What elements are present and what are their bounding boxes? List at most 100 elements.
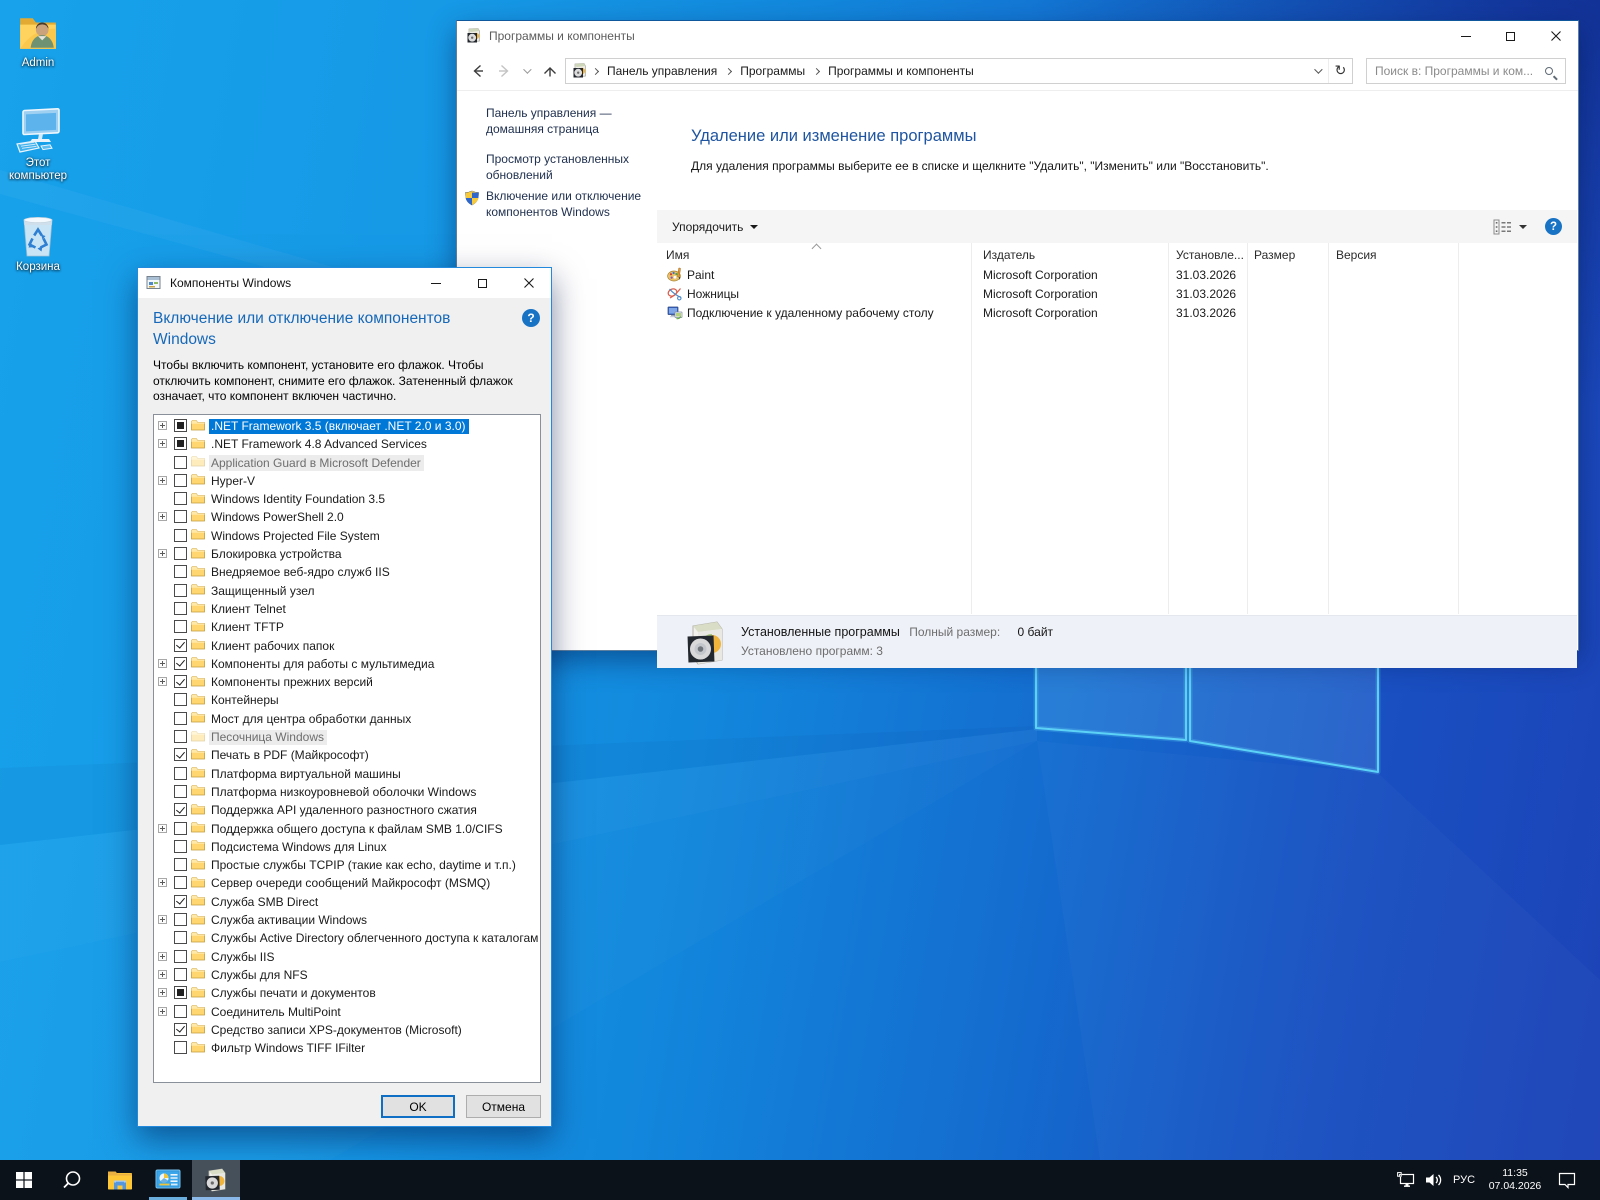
feature-checkbox[interactable] [174,822,187,835]
dialog-titlebar[interactable]: Компоненты Windows [138,268,551,298]
feature-row[interactable]: Клиент рабочих папок [154,637,540,655]
feature-checkbox[interactable] [174,565,187,578]
expand-plus-icon[interactable] [158,549,167,558]
breadcrumb-control-panel[interactable]: Панель управления [603,64,721,78]
feature-row[interactable]: Соединитель MultiPoint [154,1003,540,1021]
feature-checkbox[interactable] [174,986,187,999]
feature-row[interactable]: .NET Framework 4.8 Advanced Services [154,435,540,453]
feature-checkbox[interactable] [174,657,187,670]
feature-checkbox[interactable] [174,675,187,688]
address-dropdown-button[interactable] [1306,59,1328,83]
feature-row[interactable]: Application Guard в Microsoft Defender [154,454,540,472]
sidebar-item-windows-features[interactable]: Включение или отключение компонентов Win… [486,189,654,220]
expand-plus-icon[interactable] [158,952,167,961]
taskbar-clock[interactable]: 11:35 07.04.2026 [1484,1160,1546,1200]
feature-checkbox[interactable] [174,858,187,871]
forward-button[interactable] [491,51,517,91]
feature-row[interactable]: Hyper-V [154,472,540,490]
feature-row[interactable]: Поддержка общего доступа к файлам SMB 1.… [154,820,540,838]
address-bar[interactable]: Панель управления Программы Программы и … [565,58,1353,84]
feature-checkbox[interactable] [174,602,187,615]
feature-row[interactable]: .NET Framework 3.5 (включает .NET 2.0 и … [154,417,540,435]
feature-checkbox[interactable] [174,584,187,597]
column-header-publisher[interactable]: Издатель [983,243,1035,266]
close-button[interactable] [1533,21,1578,51]
desktop-icon-admin[interactable]: Admin [0,12,76,70]
feature-row[interactable]: Windows Identity Foundation 3.5 [154,490,540,508]
feature-checkbox[interactable] [174,529,187,542]
maximize-button[interactable] [1488,21,1533,51]
volume-tray-button[interactable] [1420,1160,1448,1200]
program-row[interactable]: Paint Microsoft Corporation 31.03.2026 [657,266,1577,285]
feature-checkbox[interactable] [174,913,187,926]
feature-row[interactable]: Windows Projected File System [154,527,540,545]
desktop-icon-this-pc[interactable]: Этот компьютер [0,106,76,183]
feature-row[interactable]: Компоненты прежних версий [154,673,540,691]
feature-checkbox[interactable] [174,419,187,432]
feature-row[interactable]: Мост для центра обработки данных [154,710,540,728]
feature-row[interactable]: Фильтр Windows TIFF IFilter [154,1039,540,1057]
network-tray-button[interactable] [1392,1160,1420,1200]
expand-plus-icon[interactable] [158,659,167,668]
feature-checkbox[interactable] [174,931,187,944]
expand-plus-icon[interactable] [158,476,167,485]
feature-row[interactable]: Служба активации Windows [154,911,540,929]
feature-row[interactable]: Клиент Telnet [154,600,540,618]
minimize-button[interactable] [1443,21,1488,51]
feature-row[interactable]: Windows PowerShell 2.0 [154,508,540,526]
ok-button[interactable]: OK [381,1095,455,1118]
explorer-titlebar[interactable]: Программы и компоненты [457,21,1578,51]
feature-row[interactable]: Контейнеры [154,691,540,709]
feature-checkbox[interactable] [174,968,187,981]
help-button[interactable]: ? [1545,218,1562,235]
feature-checkbox[interactable] [174,950,187,963]
feature-row[interactable]: Подсистема Windows для Linux [154,838,540,856]
organize-button[interactable]: Упорядочить [672,220,758,234]
desktop-icon-recycle-bin[interactable]: Корзина [0,212,76,274]
expand-plus-icon[interactable] [158,878,167,887]
feature-checkbox[interactable] [174,437,187,450]
feature-row[interactable]: Клиент TFTP [154,618,540,636]
expand-plus-icon[interactable] [158,439,167,448]
feature-row[interactable]: Песочница Windows [154,728,540,746]
column-header-version[interactable]: Версия [1336,243,1377,266]
up-button[interactable] [537,51,563,91]
feature-row[interactable]: Защищенный узел [154,582,540,600]
feature-checkbox[interactable] [174,730,187,743]
view-dropdown-icon[interactable] [1519,225,1527,229]
dialog-close-button[interactable] [514,268,544,298]
feature-row[interactable]: Внедряемое веб-ядро служб IIS [154,563,540,581]
language-indicator[interactable]: РУС [1448,1160,1480,1200]
feature-checkbox[interactable] [174,895,187,908]
expand-plus-icon[interactable] [158,421,167,430]
feature-checkbox[interactable] [174,693,187,706]
feature-checkbox[interactable] [174,1041,187,1054]
feature-row[interactable]: Средство записи XPS-документов (Microsof… [154,1021,540,1039]
feature-row[interactable]: Печать в PDF (Майкрософт) [154,746,540,764]
dialog-maximize-button[interactable] [467,268,497,298]
column-header-name[interactable]: Имя [666,243,689,266]
feature-checkbox[interactable] [174,712,187,725]
expand-plus-icon[interactable] [158,1007,167,1016]
expand-plus-icon[interactable] [158,970,167,979]
feature-row[interactable]: Службы для NFS [154,966,540,984]
recent-pages-button[interactable] [517,51,535,91]
feature-row[interactable]: Простые службы TCPIP (такие как echo, da… [154,856,540,874]
action-center-button[interactable] [1552,1160,1582,1200]
feature-checkbox[interactable] [174,785,187,798]
feature-row[interactable]: Службы печати и документов [154,984,540,1002]
feature-checkbox[interactable] [174,474,187,487]
search-box[interactable]: Поиск в: Программы и ком... [1366,58,1566,84]
feature-checkbox[interactable] [174,840,187,853]
search-icon[interactable] [1545,67,1553,75]
dialog-help-button[interactable]: ? [522,309,540,327]
program-row[interactable]: Подключение к удаленному рабочему столу … [657,304,1577,323]
column-header-size[interactable]: Размер [1254,243,1295,266]
feature-checkbox[interactable] [174,620,187,633]
feature-checkbox[interactable] [174,767,187,780]
feature-checkbox[interactable] [174,803,187,816]
feature-checkbox[interactable] [174,547,187,560]
feature-checkbox[interactable] [174,1005,187,1018]
feature-row[interactable]: Поддержка API удаленного разностного сжа… [154,801,540,819]
feature-row[interactable]: Службы Active Directory облегченного дос… [154,929,540,947]
